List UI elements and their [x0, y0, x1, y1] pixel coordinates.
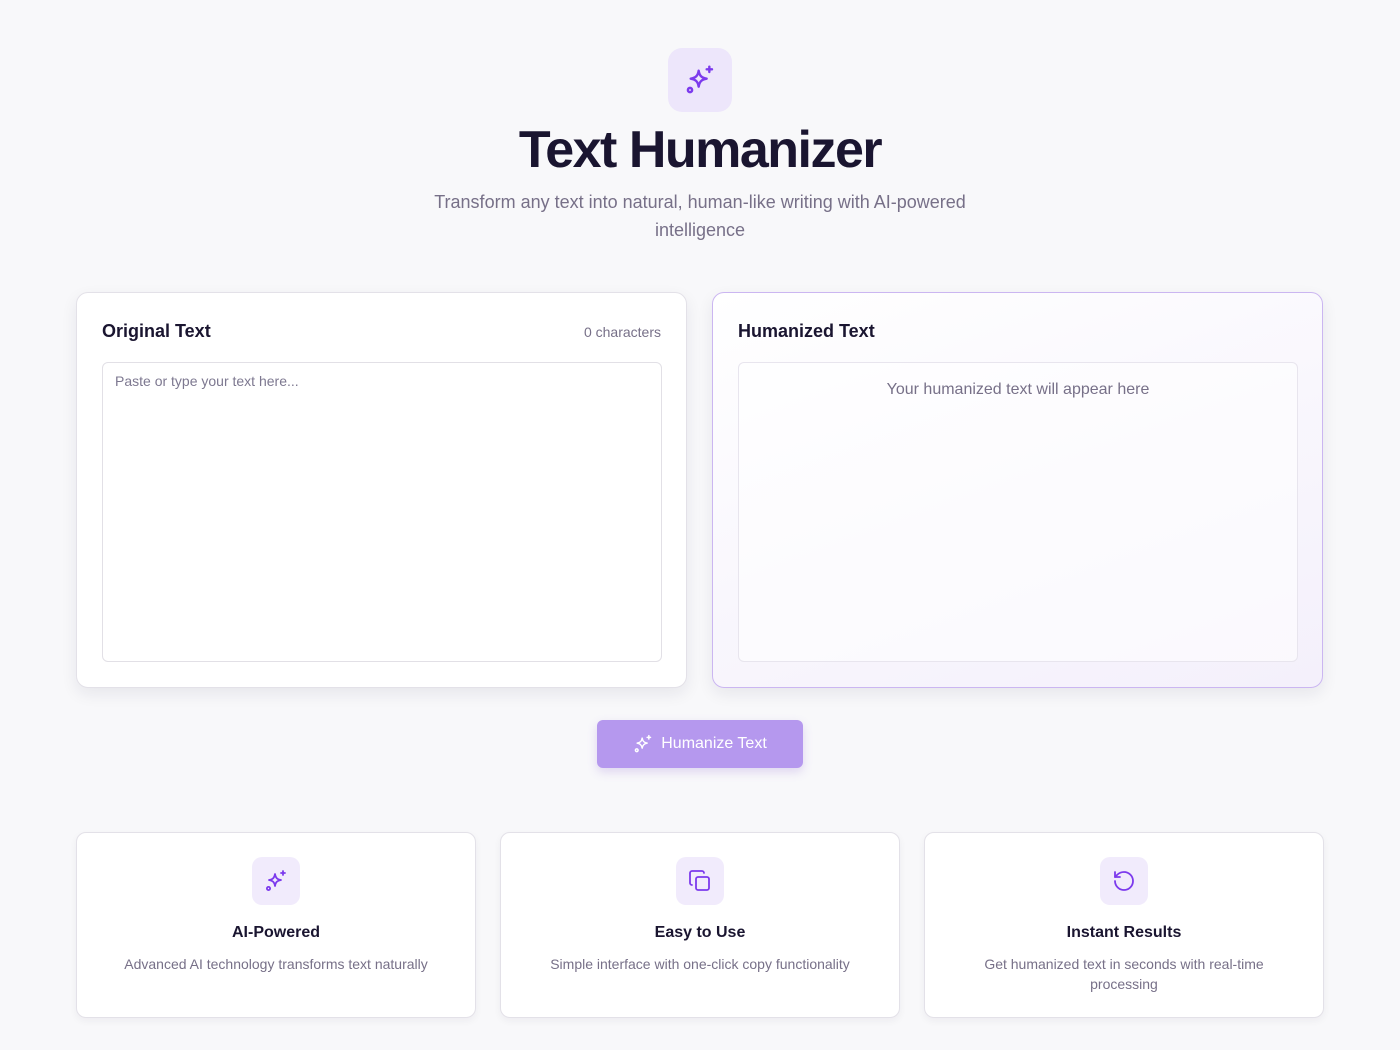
- feature-card-easy-to-use: Easy to Use Simple interface with one-cl…: [500, 832, 900, 1018]
- refresh-icon: [1100, 857, 1148, 905]
- feature-title: AI-Powered: [231, 924, 320, 941]
- sparkles-icon: [668, 48, 732, 112]
- humanize-button-label: Humanize Text: [661, 735, 767, 752]
- feature-title: Easy to Use: [654, 924, 746, 941]
- humanized-text-output[interactable]: Your humanized text will appear here: [738, 362, 1298, 662]
- feature-card-instant-results: Instant Results Get humanized text in se…: [924, 832, 1324, 1018]
- page-title: Text Humanizer: [518, 121, 883, 179]
- original-text-panel: Original Text 0 characters: [76, 292, 687, 688]
- feature-description: Simple interface with one-click copy fun…: [550, 956, 850, 972]
- character-count: 0 characters: [583, 324, 661, 340]
- output-placeholder: Your humanized text will appear here: [886, 381, 1150, 398]
- feature-description: Get humanized text in seconds with real-…: [984, 956, 1264, 992]
- sparkles-icon: [252, 857, 300, 905]
- feature-title: Instant Results: [1066, 924, 1182, 941]
- feature-description: Advanced AI technology transforms text n…: [124, 956, 428, 972]
- text-humanizer-page: Text Humanizer Transform any text into n…: [0, 0, 1400, 1050]
- page-subtitle: Transform any text into natural, human-l…: [434, 192, 966, 240]
- humanized-text-title: Humanized Text: [738, 321, 875, 341]
- original-text-input[interactable]: [102, 362, 662, 662]
- sparkles-icon: [633, 734, 653, 754]
- humanize-text-button[interactable]: Humanize Text: [597, 720, 803, 768]
- original-text-title: Original Text: [102, 321, 211, 341]
- humanized-text-panel: Humanized Text Your humanized text will …: [712, 292, 1323, 688]
- feature-card-ai-powered: AI-Powered Advanced AI technology transf…: [76, 832, 476, 1018]
- copy-icon: [676, 857, 724, 905]
